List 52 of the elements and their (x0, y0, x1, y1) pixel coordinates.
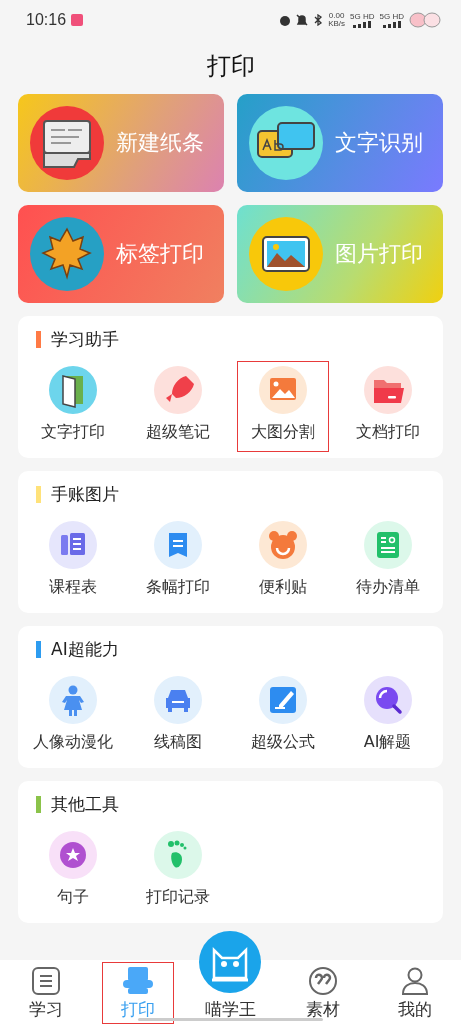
nav-tab[interactable]: 素材 (286, 962, 359, 1024)
bear-face-icon (258, 521, 307, 569)
paper-note-icon (30, 106, 104, 180)
footprint-icon (154, 831, 203, 879)
door-icon (49, 366, 98, 414)
bookmark-icon (154, 521, 203, 569)
tool-item[interactable]: 文字打印 (27, 361, 120, 452)
pen-on-pad-icon (258, 676, 307, 724)
picture-icon (249, 217, 323, 291)
tool-item[interactable]: 打印记录 (131, 826, 225, 917)
tool-item[interactable]: 超级笔记 (131, 361, 225, 452)
user-icon (399, 966, 430, 996)
nav-tab[interactable]: 学习 (10, 962, 83, 1024)
tool-item[interactable]: AI解题 (341, 671, 434, 762)
tool-item[interactable]: 人像动漫化 (27, 671, 120, 762)
network-type: 5G HD (379, 12, 404, 21)
child-figure-icon (49, 676, 98, 724)
checklist-icon (363, 521, 412, 569)
app-notification-icon (71, 14, 84, 26)
tool-item[interactable]: 条幅打印 (131, 516, 225, 607)
tool-item[interactable]: 超级公式 (236, 671, 330, 762)
tool-item[interactable]: 句子 (27, 826, 120, 917)
bow-icon (409, 12, 441, 28)
status-time: 10:16 (26, 11, 67, 29)
section-title: 学习助手 (51, 328, 119, 351)
tool-item[interactable]: 线稿图 (131, 671, 225, 762)
list-icon (31, 966, 62, 996)
folder-icon (363, 366, 412, 414)
image-icon (258, 366, 307, 414)
network-speed-unit: KB/s (328, 20, 346, 28)
bluetooth-icon (313, 14, 324, 26)
nav-tab[interactable]: 喵学王 (194, 995, 267, 1024)
signal-icon (382, 20, 401, 28)
schedule-icon (49, 521, 98, 569)
tool-item[interactable]: 便利贴 (236, 516, 330, 607)
car-icon (154, 676, 203, 724)
quote-icon (307, 966, 338, 996)
network-type: 5G HD (350, 12, 375, 21)
page-title: 打印 (206, 51, 255, 82)
tool-item[interactable]: 课程表 (27, 516, 120, 607)
section-title: AI超能力 (51, 638, 119, 661)
tool-item[interactable]: 待办清单 (341, 516, 434, 607)
network-speed: 0.00 (328, 12, 345, 20)
nav-tab[interactable]: 我的 (378, 962, 451, 1024)
section-title: 其他工具 (51, 793, 119, 816)
tool-item[interactable]: 大图分割 (236, 361, 330, 452)
printer-icon (122, 966, 155, 996)
section-title: 手账图片 (51, 483, 119, 506)
search-icon (363, 676, 412, 724)
signal-icon (353, 20, 372, 28)
speech-bubbles-icon (249, 106, 323, 180)
tool-item[interactable]: 文档打印 (341, 361, 434, 452)
